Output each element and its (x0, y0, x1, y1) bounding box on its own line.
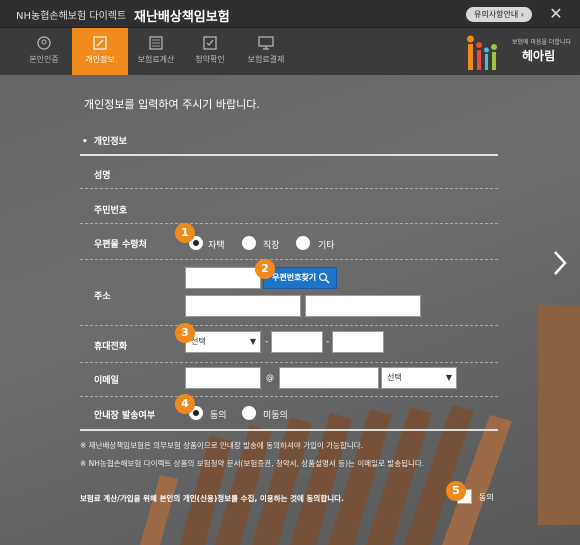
logo-name: 헤아림 (522, 49, 556, 63)
mobile-prefix-select[interactable]: 선택 ▼ (185, 331, 261, 353)
person-icon (37, 36, 51, 50)
mobile-label: 휴대전화 (94, 342, 128, 352)
tab-label: 보험료결제 (247, 55, 285, 64)
tab-label: 청약확인 (195, 55, 225, 64)
mail-other-label: 기타 (318, 241, 335, 251)
divider (80, 223, 498, 224)
search-icon (318, 272, 330, 284)
notice-agree-label: 동의 (210, 411, 227, 421)
divider (80, 429, 498, 431)
mail-work-radio[interactable] (242, 236, 256, 250)
divider (80, 396, 498, 397)
people-logo-icon (467, 35, 497, 70)
tab-payment[interactable]: 보험료결제 (238, 28, 294, 75)
name-label: 성명 (94, 171, 111, 181)
step-badge-2: 2 (255, 259, 275, 279)
tab-label: 개인정보 (85, 55, 115, 64)
step-badge-5: 5 (446, 481, 466, 501)
product-title: 재난배상책임보험 (134, 10, 230, 25)
mail-recipient-label: 우편물 수령처 (94, 240, 147, 250)
step-badge-3: 3 (175, 323, 195, 343)
step-badge-4: 4 (175, 394, 195, 414)
divider (80, 362, 498, 363)
mail-work-label: 직장 (263, 241, 280, 251)
section-title: • 개인정보 (82, 137, 127, 147)
email-domain-select[interactable]: 선택 ▼ (381, 367, 457, 389)
email-label: 이메일 (94, 376, 119, 386)
address-label: 주소 (94, 292, 111, 302)
email-delivery-note: ※ NH농협손해보험 다이렉트 상품의 보험청약 문서(보험증권, 청약서, 상… (80, 459, 425, 468)
tab-label: 보험료계산 (137, 55, 175, 64)
chevron-down-icon: ▼ (249, 337, 256, 346)
divider (80, 259, 498, 260)
address-detail-field[interactable] (305, 295, 421, 317)
tab-identity[interactable]: 본인인증 (16, 28, 72, 75)
chevron-down-icon: ▼ (445, 373, 452, 382)
phone-separator: - (326, 337, 330, 347)
tab-label: 본인인증 (29, 55, 59, 64)
notice-delivery-label: 안내장 발송여부 (94, 411, 156, 421)
calculator-icon (149, 36, 163, 50)
email-at-sign: @ (266, 373, 274, 382)
tab-premium-calc[interactable]: 보험료계산 (128, 28, 184, 75)
edit-icon (93, 36, 107, 50)
divider (80, 154, 498, 156)
tab-personal-info[interactable]: 개인정보 (72, 28, 128, 75)
phone-separator: - (265, 337, 269, 347)
title-bar: NH농협손해보험 다이렉트 재난배상책임보험 유의사항안내 › ✕ (0, 0, 580, 28)
checkbox-icon (203, 36, 217, 50)
form-area: 개인정보를 입력하여 주시기 바랍니다. • 개인정보 성명 주민번호 우편물 수… (0, 75, 580, 545)
step-badge-1: 1 (175, 223, 195, 243)
logo-tagline: 보험에 마음을 더합니다 (512, 39, 572, 46)
divider (80, 325, 498, 326)
next-arrow-icon[interactable] (552, 250, 568, 276)
tab-subscription-confirm[interactable]: 청약확인 (182, 28, 238, 75)
mail-home-label: 자택 (208, 241, 225, 251)
divider (80, 188, 498, 189)
notice-button[interactable]: 유의사항안내 › (466, 7, 532, 22)
notice-disagree-label: 미동의 (263, 411, 288, 421)
zipcode-field[interactable] (185, 267, 261, 289)
email-id-field[interactable] (185, 367, 261, 389)
consent-checkbox-label: 동의 (479, 493, 494, 502)
mobile-last-field[interactable] (332, 331, 384, 353)
consent-text: 보험료 계산/가입을 위해 본인의 개인(신용)정보를 수집, 이용하는 것에 … (80, 494, 344, 503)
notice-disagree-radio[interactable] (242, 406, 256, 420)
mail-other-radio[interactable] (296, 236, 310, 250)
notice-note: ※ 재난배상책임보험은 의무보험 상품이므로 안내장 발송에 동의하셔야 가입이… (80, 441, 364, 450)
intro-text: 개인정보를 입력하여 주시기 바랍니다. (84, 98, 260, 111)
brand-text: NH농협손해보험 다이렉트 (16, 11, 127, 22)
address-field[interactable] (185, 295, 301, 317)
rrn-label: 주민번호 (94, 206, 128, 216)
brand-logo: 보험에 마음을 더합니다 헤아림 (462, 30, 572, 72)
close-icon[interactable]: ✕ (546, 4, 566, 24)
mobile-middle-field[interactable] (271, 331, 323, 353)
monitor-icon (258, 36, 274, 50)
email-domain-field[interactable] (279, 367, 379, 389)
